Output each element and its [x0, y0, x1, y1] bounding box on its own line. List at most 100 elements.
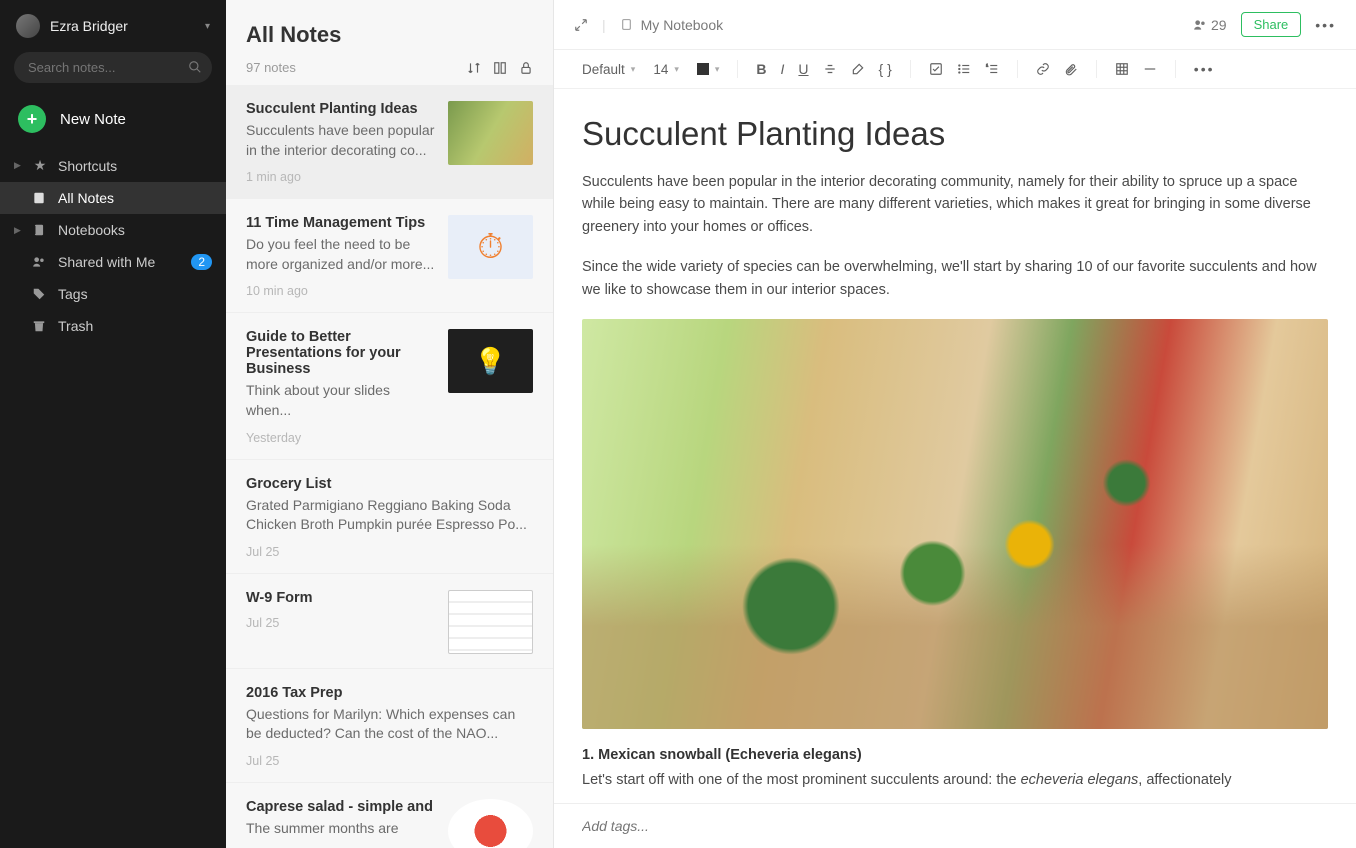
people-icon	[1193, 18, 1207, 32]
note-date: 1 min ago	[246, 170, 436, 184]
note-title-input[interactable]: Succulent Planting Ideas	[582, 115, 1328, 153]
code-icon[interactable]: { }	[879, 61, 892, 77]
view-mode-icon[interactable]	[493, 61, 507, 75]
sidebar-item-label: Shortcuts	[58, 158, 117, 174]
note-count: 97 notes	[246, 60, 296, 75]
chevron-down-icon: ▾	[205, 21, 210, 32]
more-icon[interactable]: •••	[1315, 17, 1336, 33]
sidebar-item-label: Trash	[58, 318, 93, 334]
paragraph[interactable]: 1. Mexican snowball (Echeveria elegans)	[582, 747, 1328, 763]
note-snippet: Do you feel the need to be more organize…	[246, 235, 436, 274]
note-card[interactable]: Grocery List Grated Parmigiano Reggiano …	[226, 460, 553, 574]
note-title: Caprese salad - simple and	[246, 799, 436, 815]
paragraph[interactable]: Let's start off with one of the most pro…	[582, 769, 1328, 791]
user-name: Ezra Bridger	[50, 18, 195, 34]
note-card[interactable]: Guide to Better Presentations for your B…	[226, 313, 553, 459]
note-card[interactable]: 2016 Tax Prep Questions for Marilyn: Whi…	[226, 669, 553, 783]
new-note-button[interactable]: + New Note	[0, 97, 226, 149]
sidebar-item-shared[interactable]: Shared with Me 2	[0, 246, 226, 278]
editor-topbar: | My Notebook 29 Share •••	[554, 0, 1356, 50]
sidebar-item-label: Shared with Me	[58, 254, 155, 270]
note-list-scroll[interactable]: Succulent Planting Ideas Succulents have…	[226, 85, 553, 848]
note-snippet: Questions for Marilyn: Which expenses ca…	[246, 705, 533, 744]
highlight-icon[interactable]	[851, 62, 865, 76]
editor-pane: | My Notebook 29 Share ••• Default▾ 14▾ …	[554, 0, 1356, 848]
breadcrumb[interactable]: My Notebook	[620, 17, 723, 33]
expand-icon[interactable]	[574, 18, 588, 32]
breadcrumb-label: My Notebook	[641, 17, 723, 33]
note-date: Yesterday	[246, 431, 436, 445]
sidebar-item-label: Notebooks	[58, 222, 125, 238]
checkbox-icon[interactable]	[929, 62, 943, 76]
text-color-select[interactable]: ▾	[697, 63, 720, 75]
font-size-select[interactable]: 14▾	[653, 62, 679, 77]
share-count[interactable]: 29	[1193, 17, 1227, 33]
note-card[interactable]: Caprese salad - simple and The summer mo…	[226, 783, 553, 848]
note-thumbnail	[448, 329, 533, 393]
sidebar-item-tags[interactable]: Tags	[0, 278, 226, 310]
note-title: Guide to Better Presentations for your B…	[246, 329, 436, 377]
note-thumbnail	[448, 799, 533, 848]
document-body[interactable]: Succulent Planting Ideas Succulents have…	[554, 89, 1356, 803]
lock-icon[interactable]	[519, 61, 533, 75]
tag-input[interactable]	[582, 818, 1328, 834]
format-toolbar: Default▾ 14▾ ▾ B I U { }	[554, 50, 1356, 89]
note-list-panel: All Notes 97 notes Succulent Planting Id…	[226, 0, 554, 848]
paragraph[interactable]: Since the wide variety of species can be…	[582, 256, 1328, 301]
user-menu[interactable]: Ezra Bridger ▾	[0, 14, 226, 52]
new-note-label: New Note	[60, 111, 126, 128]
more-format-icon[interactable]: •••	[1194, 61, 1215, 77]
caret-right-icon: ▶	[14, 225, 22, 236]
avatar	[16, 14, 40, 38]
link-icon[interactable]	[1036, 62, 1050, 76]
note-thumbnail	[448, 101, 533, 165]
underline-icon[interactable]: U	[798, 61, 808, 77]
notebook-icon	[620, 18, 633, 31]
note-title: Succulent Planting Ideas	[246, 101, 436, 117]
note-title: W-9 Form	[246, 590, 436, 606]
note-list-title: All Notes	[246, 22, 533, 48]
sidebar-item-shortcuts[interactable]: ▶ ★ Shortcuts	[0, 149, 226, 182]
bold-icon[interactable]: B	[756, 61, 766, 77]
sidebar-item-all-notes[interactable]: All Notes	[0, 182, 226, 214]
table-icon[interactable]	[1115, 62, 1129, 76]
hr-icon[interactable]	[1143, 62, 1157, 76]
note-snippet: Think about your slides when...	[246, 381, 436, 420]
people-icon	[32, 255, 48, 269]
note-date: Jul 25	[246, 545, 533, 559]
note-date: 10 min ago	[246, 284, 436, 298]
tag-icon	[32, 287, 48, 301]
trash-icon	[32, 319, 48, 333]
notebook-icon	[32, 223, 48, 237]
note-title: Grocery List	[246, 476, 533, 492]
plus-icon: +	[18, 105, 46, 133]
sidebar: Ezra Bridger ▾ + New Note ▶ ★ Shortcuts …	[0, 0, 226, 848]
strikethrough-icon[interactable]	[823, 62, 837, 76]
note-image[interactable]	[582, 319, 1328, 729]
note-thumbnail	[448, 215, 533, 279]
note-snippet: Succulents have been popular in the inte…	[246, 121, 436, 160]
sidebar-item-notebooks[interactable]: ▶ Notebooks	[0, 214, 226, 246]
sort-icon[interactable]	[467, 61, 481, 75]
note-snippet: The summer months are	[246, 819, 436, 839]
sidebar-item-trash[interactable]: Trash	[0, 310, 226, 342]
search-input[interactable]	[14, 52, 212, 83]
note-title: 2016 Tax Prep	[246, 685, 533, 701]
sidebar-item-label: All Notes	[58, 190, 114, 206]
bullet-list-icon[interactable]	[957, 62, 971, 76]
italic-icon[interactable]: I	[781, 61, 785, 77]
note-date: Jul 25	[246, 616, 436, 630]
font-family-select[interactable]: Default▾	[582, 62, 635, 77]
note-card[interactable]: 11 Time Management Tips Do you feel the …	[226, 199, 553, 313]
share-button[interactable]: Share	[1241, 12, 1302, 37]
numbered-list-icon[interactable]: 1	[985, 62, 999, 76]
note-title: 11 Time Management Tips	[246, 215, 436, 231]
note-card[interactable]: Succulent Planting Ideas Succulents have…	[226, 85, 553, 199]
tag-bar	[554, 803, 1356, 848]
note-card[interactable]: W-9 Form Jul 25	[226, 574, 553, 669]
attachment-icon[interactable]	[1064, 62, 1078, 76]
svg-text:1: 1	[986, 64, 988, 68]
paragraph[interactable]: Succulents have been popular in the inte…	[582, 171, 1328, 238]
note-snippet: Grated Parmigiano Reggiano Baking Soda C…	[246, 496, 533, 535]
sidebar-item-label: Tags	[58, 286, 88, 302]
